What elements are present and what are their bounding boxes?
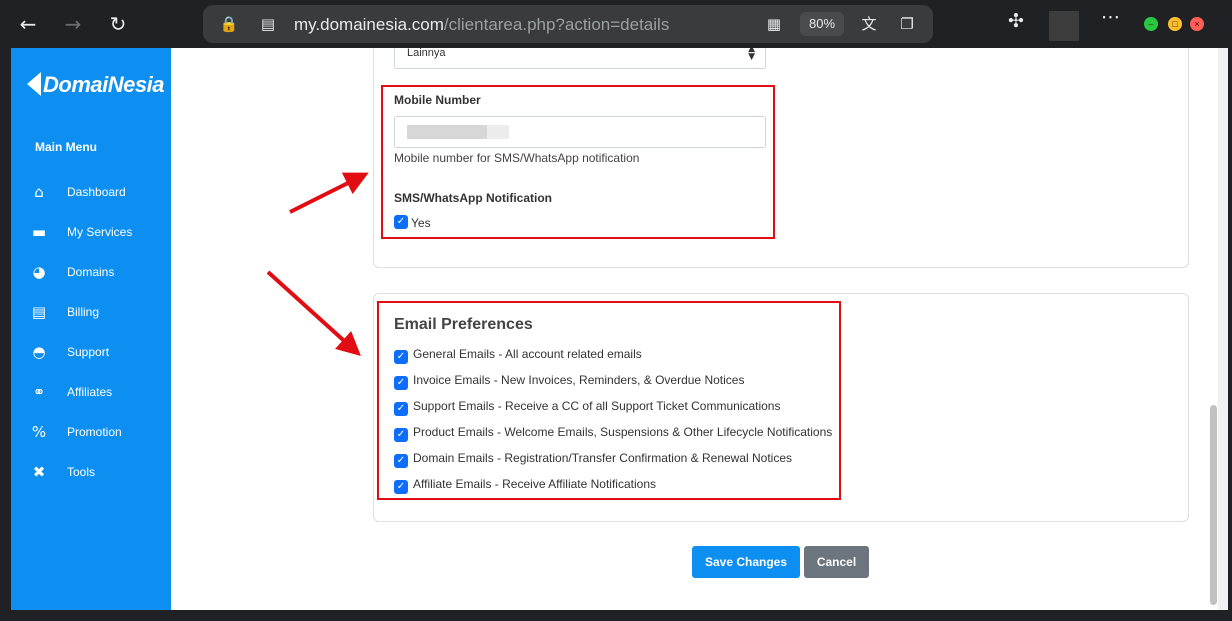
annotation-arrows — [266, 172, 369, 357]
arrow-to-email-prefs — [266, 270, 361, 357]
taskbar-strip — [0, 610, 1232, 621]
scrollbar-track[interactable] — [1218, 48, 1228, 610]
arrow-to-mobile — [289, 172, 369, 214]
scrollbar-thumb[interactable] — [1210, 405, 1217, 605]
